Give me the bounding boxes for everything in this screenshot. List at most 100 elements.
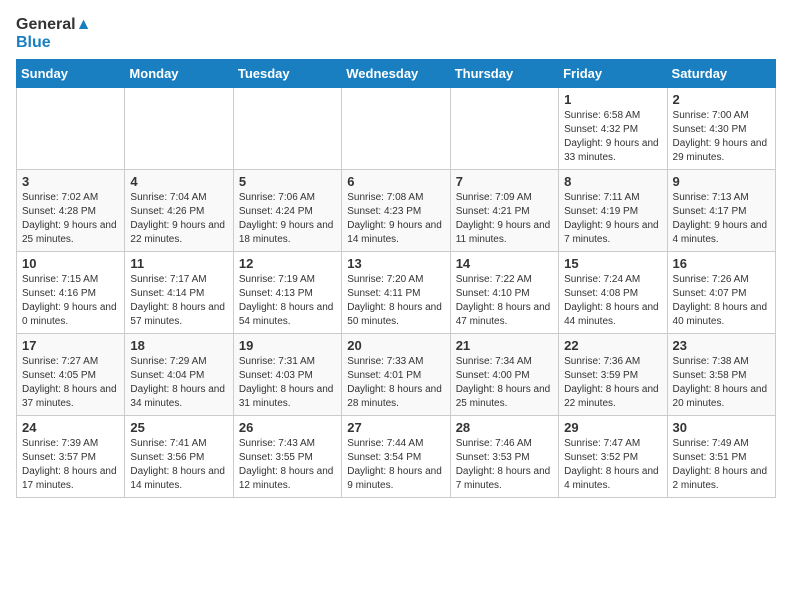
calendar-cell: 16 Sunrise: 7:26 AM Sunset: 4:07 PM Dayli… [667, 252, 775, 334]
calendar-cell: 29Sunrise: 7:47 AM Sunset: 3:52 PM Dayli… [559, 416, 667, 498]
logo-general: General▲ [16, 16, 91, 34]
calendar-cell [342, 88, 450, 170]
calendar-cell: 18 Sunrise: 7:29 AM Sunset: 4:04 PM Dayli… [125, 334, 233, 416]
calendar-week-3: 10Sunrise: 7:15 AM Sunset: 4:16 PM Dayli… [17, 252, 776, 334]
header-day-tuesday: Tuesday [233, 60, 341, 88]
calendar-cell: 6 Sunrise: 7:08 AM Sunset: 4:23 PM Daylig… [342, 170, 450, 252]
day-number: 2 [673, 92, 770, 107]
day-info: Sunrise: 7:24 AM Sunset: 4:08 PM Dayligh… [564, 273, 661, 329]
day-info: Sunrise: 7:29 AM Sunset: 4:04 PM Dayligh… [130, 355, 227, 411]
day-number: 3 [22, 174, 119, 189]
calendar-cell: 21 Sunrise: 7:34 AM Sunset: 4:00 PM Dayli… [450, 334, 558, 416]
calendar-cell: 22Sunrise: 7:36 AM Sunset: 3:59 PM Dayli… [559, 334, 667, 416]
day-number: 10 [22, 256, 119, 271]
day-number: 14 [456, 256, 553, 271]
day-number: 7 [456, 174, 553, 189]
day-info: Sunrise: 7:38 AM Sunset: 3:58 PM Dayligh… [673, 355, 770, 411]
calendar-cell: 23 Sunrise: 7:38 AM Sunset: 3:58 PM Dayli… [667, 334, 775, 416]
day-info: Sunrise: 7:11 AM Sunset: 4:19 PM Dayligh… [564, 191, 661, 247]
calendar-cell: 28Sunrise: 7:46 AM Sunset: 3:53 PM Dayli… [450, 416, 558, 498]
calendar-cell: 30 Sunrise: 7:49 AM Sunset: 3:51 PM Dayli… [667, 416, 775, 498]
day-info: Sunrise: 7:27 AM Sunset: 4:05 PM Dayligh… [22, 355, 119, 411]
calendar-cell [450, 88, 558, 170]
day-info: Sunrise: 7:19 AM Sunset: 4:13 PM Dayligh… [239, 273, 336, 329]
day-number: 18 [130, 338, 227, 353]
day-number: 26 [239, 420, 336, 435]
calendar-cell: 1 Sunrise: 6:58 AM Sunset: 4:32 PM Daylig… [559, 88, 667, 170]
header-day-friday: Friday [559, 60, 667, 88]
calendar-cell [17, 88, 125, 170]
calendar-cell [125, 88, 233, 170]
day-info: Sunrise: 7:36 AM Sunset: 3:59 PM Dayligh… [564, 355, 661, 411]
calendar-cell: 10Sunrise: 7:15 AM Sunset: 4:16 PM Dayli… [17, 252, 125, 334]
day-number: 25 [130, 420, 227, 435]
day-number: 11 [130, 256, 227, 271]
day-info: Sunrise: 7:34 AM Sunset: 4:00 PM Dayligh… [456, 355, 553, 411]
calendar-cell: 20 Sunrise: 7:33 AM Sunset: 4:01 PM Dayli… [342, 334, 450, 416]
day-info: Sunrise: 7:20 AM Sunset: 4:11 PM Dayligh… [347, 273, 444, 329]
calendar-week-5: 24 Sunrise: 7:39 AM Sunset: 3:57 PM Dayli… [17, 416, 776, 498]
day-info: Sunrise: 7:47 AM Sunset: 3:52 PM Dayligh… [564, 437, 661, 493]
calendar-cell: 2 Sunrise: 7:00 AM Sunset: 4:30 PM Daylig… [667, 88, 775, 170]
header-row: SundayMondayTuesdayWednesdayThursdayFrid… [17, 60, 776, 88]
day-info: Sunrise: 7:26 AM Sunset: 4:07 PM Dayligh… [673, 273, 770, 329]
day-number: 15 [564, 256, 661, 271]
calendar-week-4: 17 Sunrise: 7:27 AM Sunset: 4:05 PM Dayli… [17, 334, 776, 416]
calendar-cell: 13 Sunrise: 7:20 AM Sunset: 4:11 PM Dayli… [342, 252, 450, 334]
day-info: Sunrise: 6:58 AM Sunset: 4:32 PM Dayligh… [564, 109, 661, 165]
day-info: Sunrise: 7:22 AM Sunset: 4:10 PM Dayligh… [456, 273, 553, 329]
day-number: 1 [564, 92, 661, 107]
calendar-cell: 14 Sunrise: 7:22 AM Sunset: 4:10 PM Dayli… [450, 252, 558, 334]
day-number: 24 [22, 420, 119, 435]
day-number: 17 [22, 338, 119, 353]
day-number: 6 [347, 174, 444, 189]
day-number: 20 [347, 338, 444, 353]
calendar-cell: 12 Sunrise: 7:19 AM Sunset: 4:13 PM Dayli… [233, 252, 341, 334]
header-day-monday: Monday [125, 60, 233, 88]
day-info: Sunrise: 7:13 AM Sunset: 4:17 PM Dayligh… [673, 191, 770, 247]
calendar-cell: 5Sunrise: 7:06 AM Sunset: 4:24 PM Daylig… [233, 170, 341, 252]
calendar-cell: 7 Sunrise: 7:09 AM Sunset: 4:21 PM Daylig… [450, 170, 558, 252]
header-day-wednesday: Wednesday [342, 60, 450, 88]
header-day-thursday: Thursday [450, 60, 558, 88]
logo: General▲ Blue [16, 16, 91, 51]
day-info: Sunrise: 7:33 AM Sunset: 4:01 PM Dayligh… [347, 355, 444, 411]
day-number: 19 [239, 338, 336, 353]
day-number: 5 [239, 174, 336, 189]
calendar-table: SundayMondayTuesdayWednesdayThursdayFrid… [16, 59, 776, 498]
day-info: Sunrise: 7:00 AM Sunset: 4:30 PM Dayligh… [673, 109, 770, 165]
day-info: Sunrise: 7:49 AM Sunset: 3:51 PM Dayligh… [673, 437, 770, 493]
header-day-sunday: Sunday [17, 60, 125, 88]
calendar-week-1: 1 Sunrise: 6:58 AM Sunset: 4:32 PM Daylig… [17, 88, 776, 170]
logo-text: General▲ Blue [16, 16, 91, 51]
day-info: Sunrise: 7:41 AM Sunset: 3:56 PM Dayligh… [130, 437, 227, 493]
day-number: 16 [673, 256, 770, 271]
header: General▲ Blue [16, 16, 776, 51]
day-number: 4 [130, 174, 227, 189]
calendar-cell: 27Sunrise: 7:44 AM Sunset: 3:54 PM Dayli… [342, 416, 450, 498]
day-info: Sunrise: 7:09 AM Sunset: 4:21 PM Dayligh… [456, 191, 553, 247]
day-number: 30 [673, 420, 770, 435]
day-info: Sunrise: 7:02 AM Sunset: 4:28 PM Dayligh… [22, 191, 119, 247]
calendar-week-2: 3 Sunrise: 7:02 AM Sunset: 4:28 PM Daylig… [17, 170, 776, 252]
day-number: 21 [456, 338, 553, 353]
day-info: Sunrise: 7:04 AM Sunset: 4:26 PM Dayligh… [130, 191, 227, 247]
day-number: 23 [673, 338, 770, 353]
calendar-cell: 11Sunrise: 7:17 AM Sunset: 4:14 PM Dayli… [125, 252, 233, 334]
day-number: 12 [239, 256, 336, 271]
day-info: Sunrise: 7:43 AM Sunset: 3:55 PM Dayligh… [239, 437, 336, 493]
calendar-cell: 25 Sunrise: 7:41 AM Sunset: 3:56 PM Dayli… [125, 416, 233, 498]
day-number: 8 [564, 174, 661, 189]
day-number: 9 [673, 174, 770, 189]
calendar-cell: 15 Sunrise: 7:24 AM Sunset: 4:08 PM Dayli… [559, 252, 667, 334]
calendar-cell [233, 88, 341, 170]
day-number: 13 [347, 256, 444, 271]
day-info: Sunrise: 7:39 AM Sunset: 3:57 PM Dayligh… [22, 437, 119, 493]
calendar-cell: 9 Sunrise: 7:13 AM Sunset: 4:17 PM Daylig… [667, 170, 775, 252]
calendar-cell: 24 Sunrise: 7:39 AM Sunset: 3:57 PM Dayli… [17, 416, 125, 498]
day-info: Sunrise: 7:46 AM Sunset: 3:53 PM Dayligh… [456, 437, 553, 493]
calendar-cell: 8 Sunrise: 7:11 AM Sunset: 4:19 PM Daylig… [559, 170, 667, 252]
logo-blue: Blue [16, 34, 91, 52]
day-info: Sunrise: 7:08 AM Sunset: 4:23 PM Dayligh… [347, 191, 444, 247]
day-info: Sunrise: 7:31 AM Sunset: 4:03 PM Dayligh… [239, 355, 336, 411]
